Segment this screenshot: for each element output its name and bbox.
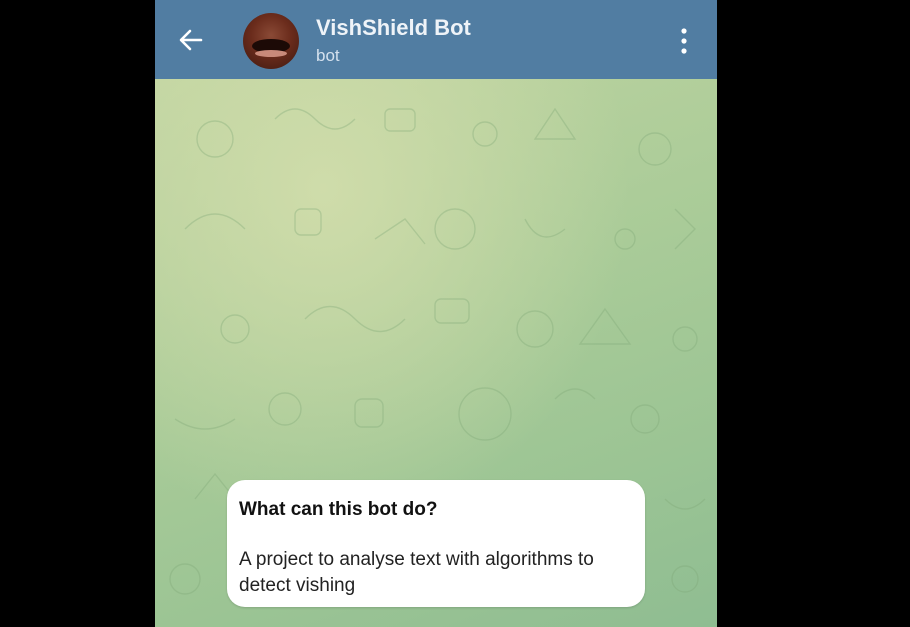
more-options-button[interactable] [673, 24, 695, 58]
telegram-chat-window: VishShield Bot bot What can this bot do?… [155, 0, 717, 627]
bot-info-title: What can this bot do? [239, 499, 438, 520]
bot-avatar[interactable] [243, 13, 299, 69]
arrow-left-icon [179, 29, 203, 51]
back-button[interactable] [175, 24, 207, 56]
avatar-lip [255, 50, 287, 57]
bot-info-bubble: What can this bot do? A project to analy… [227, 480, 645, 607]
screen: VishShield Bot bot What can this bot do?… [0, 0, 910, 627]
bot-info-description: A project to analyse text with algorithm… [239, 549, 594, 596]
chat-subtitle: bot [316, 46, 340, 65]
chat-area[interactable]: What can this bot do? A project to analy… [155, 79, 717, 627]
chat-header: VishShield Bot bot [155, 0, 717, 79]
chat-title[interactable]: VishShield Bot [316, 15, 471, 41]
more-vertical-icon [681, 28, 687, 54]
